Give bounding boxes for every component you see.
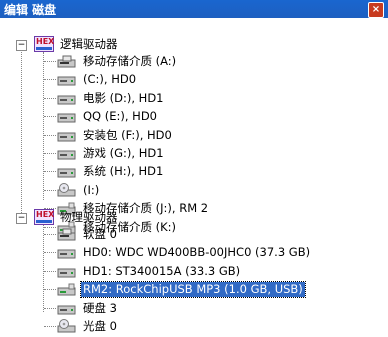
hex-physical-icon: HEX [34,209,54,225]
drive-tree[interactable]: − HEX 逻辑驱动器 移动存储介质 (A:) (C:), HD0 电影 (D:),… [4,22,388,333]
tree-connector [44,326,56,327]
hard-drive-icon [57,301,77,316]
physical-drive-item-label: RM2: RockChipUSB MP3 (1.0 GB, USB) [80,281,306,299]
hard-drive-icon [57,164,77,179]
tree-connector [44,171,56,173]
tree-guide-root [21,50,22,213]
hard-drive-icon [57,91,77,106]
hard-drive-icon [57,146,77,161]
optical-drive-icon [57,182,77,198]
tree-connector [44,270,56,272]
hex-logical-icon: HEX [34,36,54,52]
tree-connector [44,226,56,228]
window-title: 编辑 磁盘 [4,3,57,17]
tree-connector [44,116,56,118]
hard-drive-icon [57,245,77,260]
tree-connector [44,97,56,99]
tree-connector [44,289,56,291]
hard-drive-icon [57,109,77,124]
logical-drive-item-label: 系统 (H:), HD1 [83,164,164,179]
tree-guide-physical [43,225,44,312]
tree-connector [44,189,56,191]
hard-drive-icon [57,72,77,87]
logical-drive-item-label: 移动存储介质 (A:) [83,54,177,68]
physical-drive-item-label: 硬盘 3 [83,300,117,315]
physical-expander-icon[interactable]: − [16,213,27,224]
physical-drive-item-label: HD0: WDC WD400BB-00JHC0 (37.3 GB) [83,245,311,260]
logical-drive-item-label: 游戏 (G:), HD1 [83,146,164,160]
floppy-drive-icon [57,227,77,242]
hard-drive-icon [57,128,77,143]
tree-connector [44,134,56,136]
tree-connector [44,307,56,309]
tree-guide-logical [43,52,44,200]
logical-drive-item-label: (C:), HD0 [83,72,137,87]
tree-connector [44,61,56,62]
hard-drive-icon [57,264,77,279]
optical-drive-icon [57,319,77,334]
floppy-drive-icon [57,54,77,69]
logical-drive-item-label: (I:) [83,182,100,197]
tree-connector [44,252,56,254]
removable-drive-icon [57,282,77,297]
close-icon[interactable]: × [368,2,384,18]
physical-drive-item-label: 软盘 0 [83,227,117,241]
logical-drive-item-label: 安装包 (F:), HD0 [83,127,172,142]
logical-drive-item-label: QQ (E:), HD0 [83,109,158,124]
tree-connector [44,153,56,154]
tree-connector [44,234,56,235]
logical-drives-label: 逻辑驱动器 [60,37,118,51]
title-bar: 编辑 磁盘 × [0,0,388,18]
physical-drive-item-label: HD1: ST340015A (33.3 GB) [83,263,241,278]
physical-drive-item-label: 光盘 0 [83,319,117,333]
tree-connector [44,79,56,81]
physical-drives-label: 物理驱动器 [60,210,118,224]
logical-drive-item-label: 电影 (D:), HD1 [83,90,164,105]
